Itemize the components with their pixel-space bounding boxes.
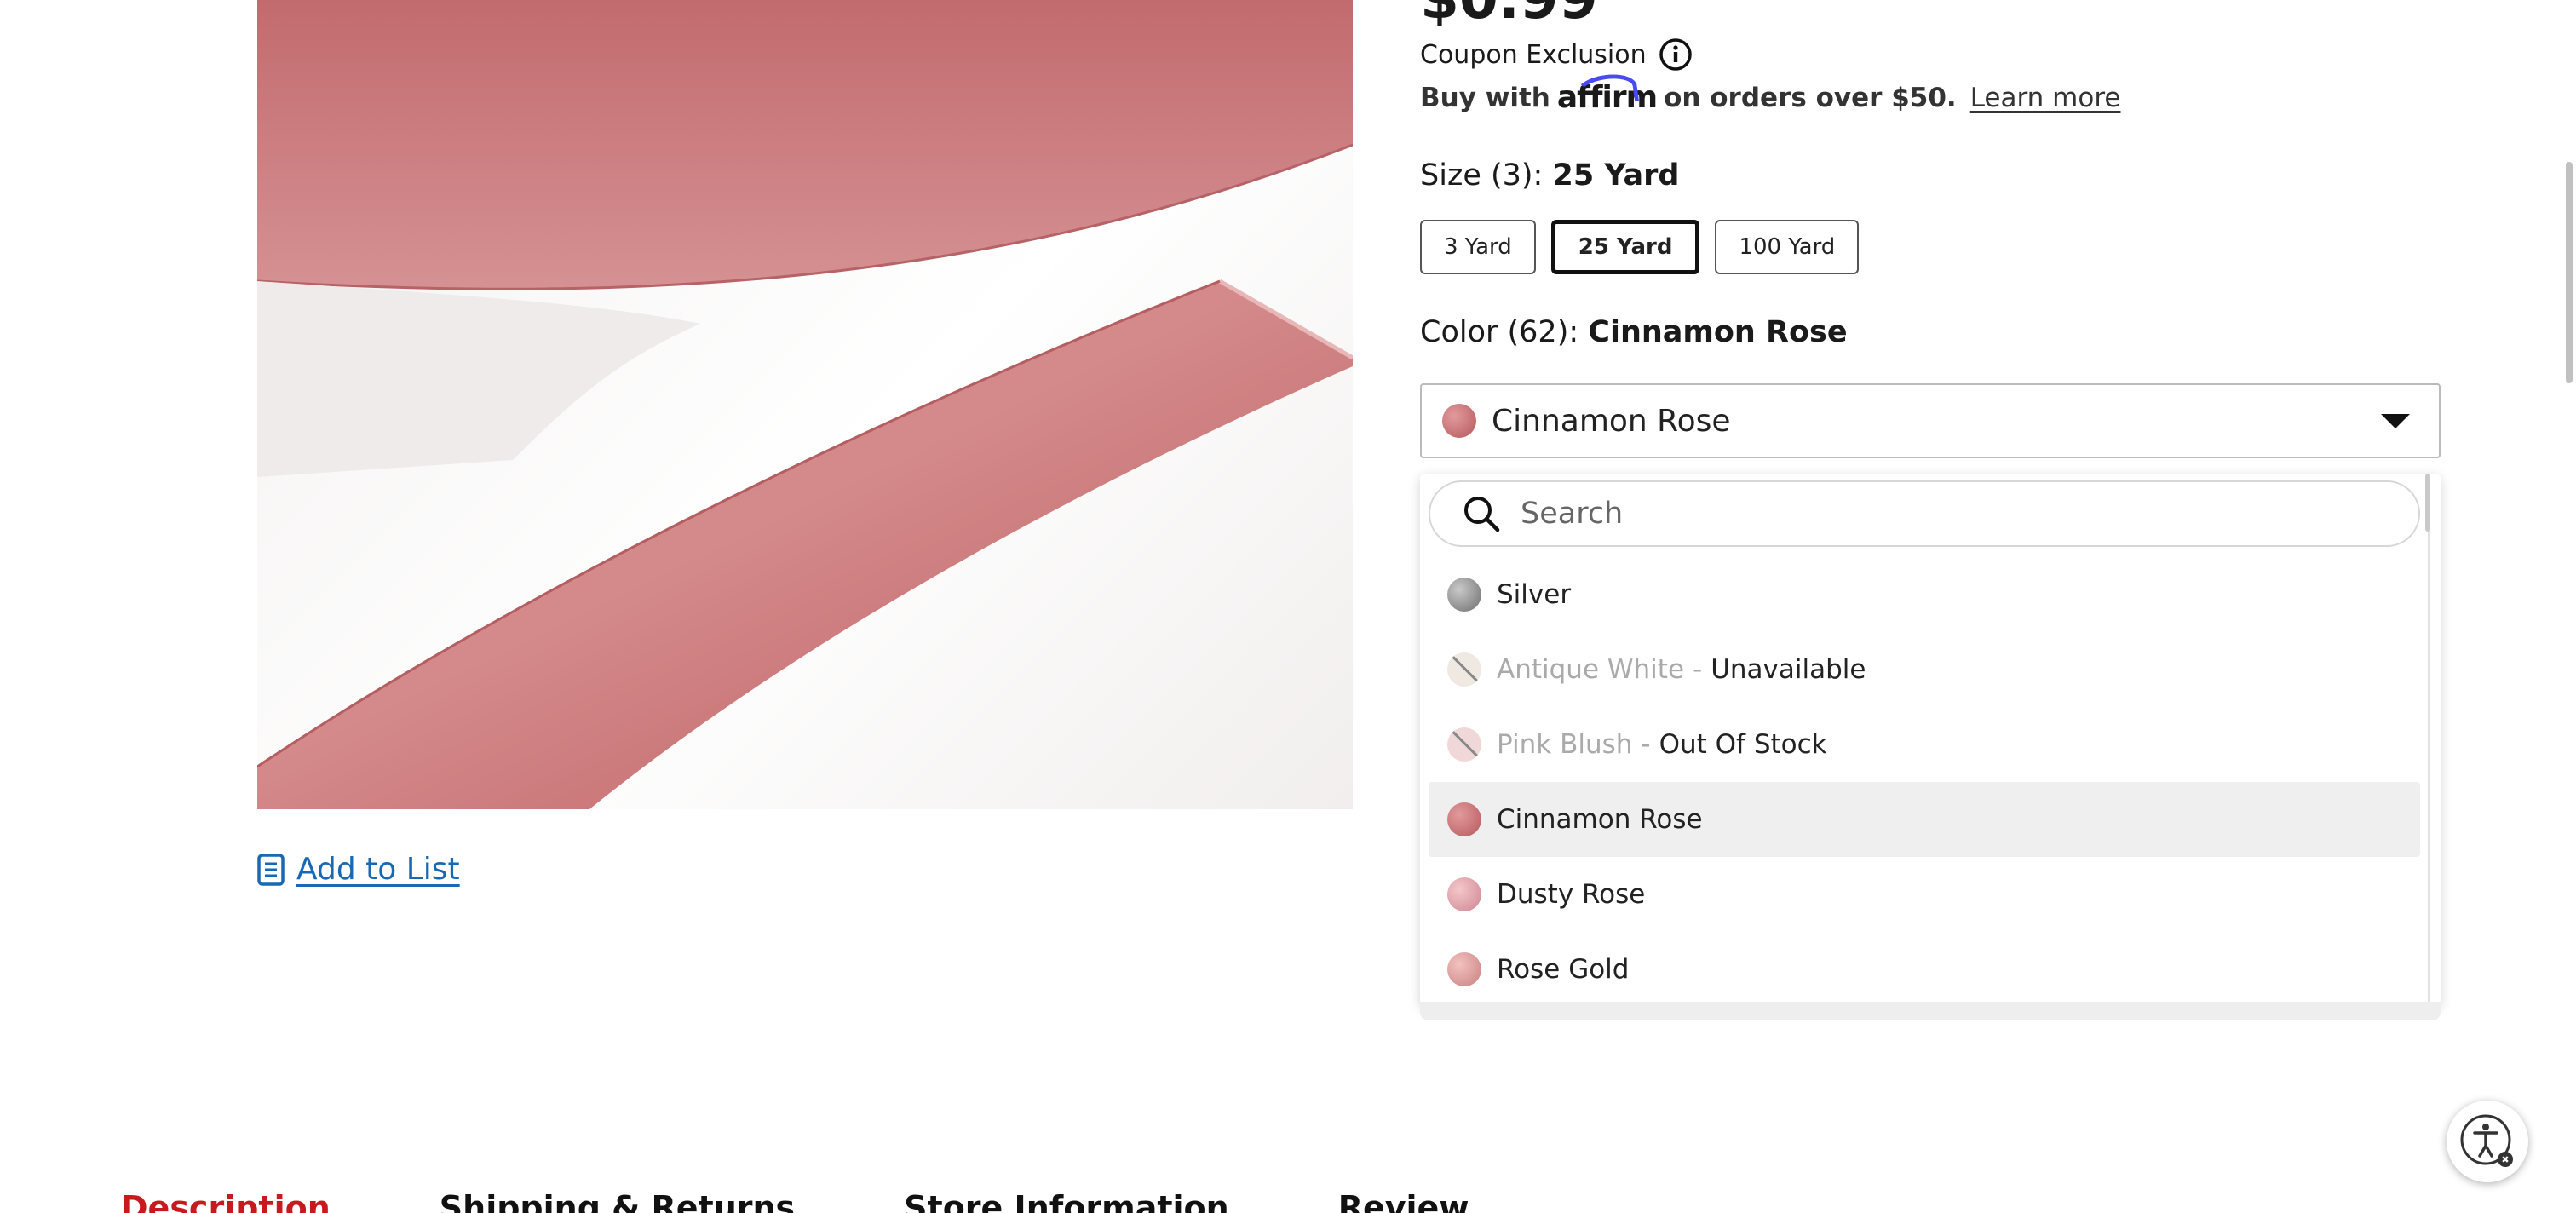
add-to-list-button[interactable]: Add to List	[257, 852, 460, 887]
search-input[interactable]	[1521, 497, 2287, 531]
color-option-name: Antique White	[1497, 654, 1685, 685]
color-swatch	[1447, 952, 1481, 986]
info-icon[interactable]	[1659, 37, 1693, 72]
color-swatch	[1447, 802, 1481, 836]
color-option-name: Rose Gold	[1497, 954, 1630, 985]
color-option-antique-white[interactable]: Antique White - Unavailable	[1429, 632, 2420, 707]
coupon-exclusion: Coupon Exclusion	[1420, 37, 1693, 72]
color-option-name: Pink Blush	[1497, 729, 1633, 760]
product-tabs: Description Shipping & Returns Store Inf…	[121, 1189, 1469, 1213]
color-option-name: Cinnamon Rose	[1497, 804, 1703, 835]
product-image	[257, 0, 1353, 809]
add-to-list-label: Add to List	[296, 852, 460, 887]
color-search	[1429, 480, 2420, 547]
chevron-down-icon	[2381, 414, 2410, 428]
status-separator: -	[1693, 654, 1703, 685]
color-swatch	[1447, 578, 1481, 612]
affirm-suffix: on orders over $50.	[1664, 82, 1957, 113]
color-swatch	[1447, 877, 1481, 911]
page-scrollbar[interactable]	[2566, 162, 2573, 383]
size-option-3-yard[interactable]: 3 Yard	[1420, 220, 1536, 274]
color-option-name: Dusty Rose	[1497, 879, 1646, 910]
tab-review[interactable]: Review	[1338, 1189, 1469, 1213]
search-icon	[1464, 497, 1500, 532]
color-option-list: Silver Antique White - Unavailable Pink …	[1429, 557, 2420, 1005]
tab-shipping-returns[interactable]: Shipping & Returns	[440, 1189, 795, 1213]
color-dropdown: Silver Antique White - Unavailable Pink …	[1420, 474, 2441, 1005]
dropdown-scrollbar[interactable]	[2425, 474, 2430, 532]
tab-store-information[interactable]: Store Information	[904, 1189, 1229, 1213]
product-price: $0.99	[1420, 0, 1598, 32]
affirm-prefix: Buy with	[1420, 82, 1550, 113]
dropdown-scroll-track[interactable]	[2428, 474, 2430, 1005]
color-heading: Color (62): Cinnamon Rose	[1420, 315, 1848, 349]
selected-color-swatch	[1442, 404, 1476, 438]
tab-description[interactable]: Description	[121, 1189, 331, 1213]
size-option-100-yard[interactable]: 100 Yard	[1715, 220, 1860, 274]
size-options: 3 Yard 25 Yard 100 Yard	[1420, 220, 1860, 274]
list-icon	[257, 853, 285, 886]
color-select-value: Cinnamon Rose	[1492, 403, 1731, 439]
color-option-rose-gold[interactable]: Rose Gold	[1429, 932, 2420, 1005]
size-option-25-yard[interactable]: 25 Yard	[1550, 220, 1700, 274]
color-label: Color (62):	[1420, 315, 1589, 349]
size-heading: Size (3): 25 Yard	[1420, 158, 1679, 193]
size-selected: 25 Yard	[1552, 158, 1680, 193]
color-option-dusty-rose[interactable]: Dusty Rose	[1429, 857, 2420, 932]
color-swatch-unavailable	[1447, 727, 1481, 762]
color-option-cinnamon-rose[interactable]: Cinnamon Rose	[1429, 782, 2420, 857]
accessibility-button[interactable]	[2447, 1101, 2528, 1182]
color-selected: Cinnamon Rose	[1588, 315, 1848, 349]
color-option-pink-blush[interactable]: Pink Blush - Out Of Stock	[1429, 707, 2420, 782]
ribbon-illustration	[257, 0, 1353, 809]
coupon-label: Coupon Exclusion	[1420, 39, 1647, 70]
learn-more-link[interactable]: Learn more	[1970, 83, 2121, 113]
affirm-logo: affirm	[1556, 80, 1658, 115]
color-option-status: Unavailable	[1711, 654, 1866, 685]
color-option-name: Silver	[1497, 579, 1572, 610]
accessibility-icon	[2460, 1114, 2513, 1167]
color-option-silver[interactable]: Silver	[1429, 557, 2420, 632]
color-select[interactable]: Cinnamon Rose	[1420, 383, 2441, 458]
size-label: Size (3):	[1420, 158, 1553, 193]
color-swatch-unavailable	[1447, 652, 1481, 687]
dropdown-footer	[1420, 1002, 2441, 1020]
status-separator: -	[1641, 729, 1651, 760]
color-option-status: Out Of Stock	[1659, 729, 1827, 760]
affirm-promo: Buy with affirm on orders over $50. Lear…	[1420, 80, 2120, 115]
